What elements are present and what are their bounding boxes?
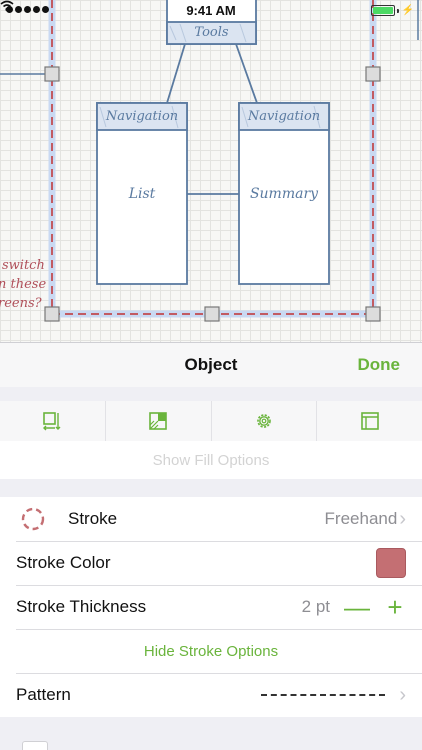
stroke-color-label: Stroke Color: [16, 553, 111, 572]
tab-frame[interactable]: [0, 401, 106, 441]
stroke-row[interactable]: Stroke Freehand ›: [0, 497, 422, 541]
stroke-options-group: Stroke Freehand › Stroke Color Stroke Th…: [0, 497, 422, 717]
done-button[interactable]: Done: [358, 355, 401, 375]
tab-fill[interactable]: [106, 401, 212, 441]
inspector-tabbar: [0, 401, 422, 441]
stroke-style-icon: [21, 507, 45, 531]
canvas-icon: [360, 412, 379, 430]
battery-icon: ⚡: [370, 5, 414, 16]
stroke-color-swatch[interactable]: [376, 548, 406, 578]
thickness-stepper: — +: [344, 594, 406, 620]
show-fill-options[interactable]: Show Fill Options: [0, 441, 422, 479]
annotation-line-3: reens?: [0, 296, 42, 311]
wifi-icon: [0, 0, 14, 12]
inspector-header: Object Done: [0, 343, 422, 387]
inspector-title: Object: [184, 355, 238, 374]
status-bar: 9:41 AM ⚡: [0, 0, 422, 20]
fill-icon: [149, 412, 167, 430]
stroke-thickness-label: Stroke Thickness: [16, 597, 147, 616]
summary-label: Summary: [249, 186, 319, 202]
dash-pattern-preview: [261, 694, 386, 696]
stroke-thickness-row: Stroke Thickness 2 pt — +: [0, 585, 422, 629]
pattern-label: Pattern: [16, 685, 71, 704]
annotation-line-2: n these: [0, 277, 47, 292]
stroke-color-row[interactable]: Stroke Color: [0, 541, 422, 585]
tools-label: Tools: [194, 25, 229, 40]
inspector-sheet: Object Done Show Fill Options Stroke Fre…: [0, 342, 422, 750]
tab-settings[interactable]: [212, 401, 318, 441]
hide-stroke-options[interactable]: Hide Stroke Options: [0, 629, 422, 673]
decrement-button[interactable]: —: [344, 594, 370, 620]
frame-icon: [43, 412, 61, 431]
tab-canvas[interactable]: [317, 401, 422, 441]
section-stub: [22, 741, 48, 750]
chevron-right-icon: ›: [399, 683, 406, 706]
next-section: [0, 721, 422, 750]
gear-icon: [257, 414, 271, 428]
pattern-row[interactable]: Pattern ›: [0, 673, 422, 717]
chevron-right-icon: ›: [399, 507, 406, 530]
nav-right-label: Navigation: [247, 109, 321, 124]
stroke-value: Freehand: [324, 509, 398, 528]
stroke-label: Stroke: [68, 509, 118, 528]
stroke-thickness-value: 2 pt: [301, 597, 330, 616]
increment-button[interactable]: +: [384, 594, 406, 620]
nav-left-label: Navigation: [105, 109, 179, 124]
diagram-canvas[interactable]: Tools Navigation Navigation List Summary…: [0, 0, 422, 342]
annotation-line-1: switch: [2, 258, 45, 273]
diagram-svg: [0, 0, 419, 322]
status-time: 9:41 AM: [186, 3, 236, 18]
list-label: List: [128, 186, 156, 202]
